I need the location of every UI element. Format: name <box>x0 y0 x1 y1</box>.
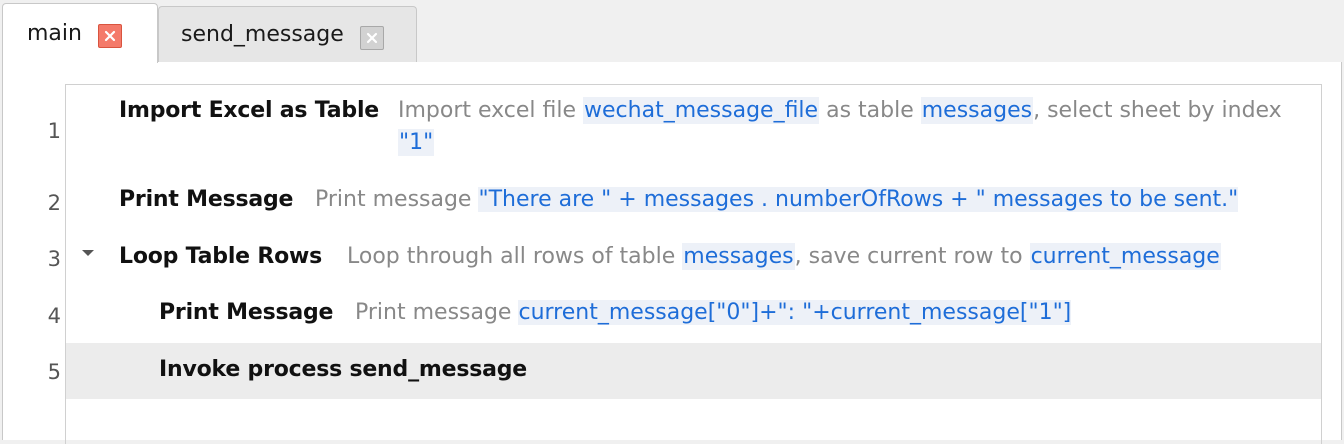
tab-send-message[interactable]: send_message <box>158 6 417 62</box>
variable-token[interactable]: wechat_message_file <box>583 97 820 124</box>
line-number: 4 <box>47 304 61 328</box>
code-line-invoke-process[interactable]: Invoke process send_message <box>66 343 1321 399</box>
tab-label: main <box>27 21 82 46</box>
command-name: Import Excel as Table <box>119 98 380 123</box>
command-description: Loop through all rows of table messages,… <box>347 243 1221 270</box>
code-line-import-excel[interactable]: Import Excel as Table Import excel file … <box>66 85 1321 173</box>
expression-token[interactable]: "There are " + messages . numberOfRows +… <box>478 187 1239 212</box>
command-description: Print message "There are " + messages . … <box>315 187 1239 212</box>
variable-token[interactable]: messages <box>920 97 1034 124</box>
code-line-print-message-nested[interactable]: Print Message Print message current_mess… <box>66 286 1321 343</box>
triangle-down-icon[interactable] <box>80 242 96 267</box>
tab-bar: main send_message <box>0 0 1344 63</box>
code-line-print-message[interactable]: Print Message Print message "There are "… <box>66 173 1321 230</box>
line-number: 2 <box>47 191 61 215</box>
command-name: Invoke process send_message <box>159 357 528 382</box>
line-number: 5 <box>47 360 61 384</box>
command-name: Print Message <box>119 187 294 212</box>
close-icon[interactable] <box>360 26 384 50</box>
tab-label: send_message <box>181 22 344 47</box>
command-name: Print Message <box>159 300 334 325</box>
tab-main[interactable]: main <box>2 3 158 63</box>
command-name: Loop Table Rows <box>119 244 323 269</box>
command-description: Import excel file wechat_message_file as… <box>398 97 1282 124</box>
line-number: 3 <box>47 247 61 271</box>
variable-token[interactable]: current_message <box>1029 243 1221 270</box>
expression-token[interactable]: current_message["0"]+": "+current_messag… <box>518 300 1072 325</box>
line-number: 1 <box>47 119 61 143</box>
close-icon[interactable] <box>98 24 122 48</box>
editor-panel: 1 2 3 4 5 Import Excel as Table Import e… <box>2 62 1342 444</box>
command-description: Print message current_message["0"]+": "+… <box>355 300 1072 325</box>
variable-token[interactable]: "1" <box>398 129 435 156</box>
variable-token[interactable]: messages <box>682 243 795 270</box>
code-line-loop-table-rows[interactable]: Loop Table Rows Loop through all rows of… <box>66 230 1321 286</box>
